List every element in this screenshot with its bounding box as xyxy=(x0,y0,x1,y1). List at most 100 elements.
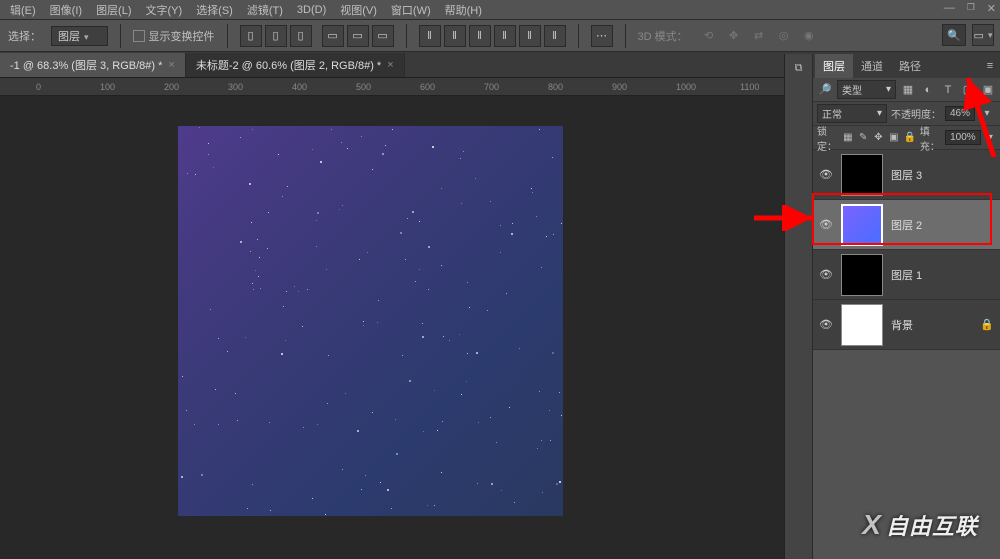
menu-select[interactable]: 选择(S) xyxy=(190,0,239,20)
divider xyxy=(120,24,121,48)
minimize-icon[interactable]: — xyxy=(944,2,955,15)
ruler-mark: 800 xyxy=(548,82,563,92)
3d-cam-icon[interactable]: ◎ xyxy=(773,25,795,47)
channels-tab[interactable]: 通道 xyxy=(853,54,891,78)
divider xyxy=(227,24,228,48)
3d-group: ⟲ ✥ ⇄ ◎ ◉ xyxy=(698,25,820,47)
layer-row[interactable]: 👁 图层 2 xyxy=(813,200,1000,250)
fill-chevron-icon[interactable]: ▾ xyxy=(985,130,996,146)
filter-smart-icon[interactable]: ▣ xyxy=(980,82,996,98)
show-transform-label: 显示变换控件 xyxy=(149,28,215,44)
dist-6-icon[interactable]: ‖ xyxy=(544,25,566,47)
align-right-icon[interactable]: ▯ xyxy=(290,25,312,47)
layers-tab[interactable]: 图层 xyxy=(815,54,853,78)
layer-filter-dropdown[interactable]: 类型▾ xyxy=(837,80,896,99)
3d-slide-icon[interactable]: ⇄ xyxy=(748,25,770,47)
panel-menu-icon[interactable]: ≡ xyxy=(982,58,998,74)
align-middle-icon[interactable]: ▭ xyxy=(347,25,369,47)
layer-row[interactable]: 👁 图层 3 xyxy=(813,150,1000,200)
layer-row[interactable]: 👁 背景 🔒 xyxy=(813,300,1000,350)
lock-all-icon[interactable]: 🔒 xyxy=(903,130,915,146)
paths-tab[interactable]: 路径 xyxy=(891,54,929,78)
fill-value[interactable]: 100% xyxy=(945,130,981,145)
visibility-icon[interactable]: 👁 xyxy=(819,168,833,181)
workspace-switch-icon[interactable]: ▭ xyxy=(972,24,994,46)
canvas-workspace[interactable]: 0 100 200 300 400 500 600 700 800 900 10… xyxy=(0,78,784,559)
3d-orbit-icon[interactable]: ⟲ xyxy=(698,25,720,47)
tab-close-icon[interactable]: × xyxy=(168,59,174,71)
menu-help[interactable]: 帮助(H) xyxy=(439,0,488,20)
ruler-mark: 1100 xyxy=(740,82,759,92)
lock-brush-icon[interactable]: ✎ xyxy=(858,130,869,146)
align-bottom-icon[interactable]: ▭ xyxy=(372,25,394,47)
menu-view[interactable]: 视图(V) xyxy=(334,0,383,20)
layer-thumbnail[interactable] xyxy=(841,304,883,346)
layer-name[interactable]: 图层 3 xyxy=(891,167,922,183)
filter-shape-icon[interactable]: ▢ xyxy=(960,82,976,98)
filter-adjust-icon[interactable]: ◐ xyxy=(920,82,936,98)
close-icon[interactable]: ✕ xyxy=(987,2,996,15)
show-transform-checkbox[interactable] xyxy=(133,30,145,42)
search-icon[interactable]: 🔍 xyxy=(942,24,966,46)
dist-5-icon[interactable]: ‖ xyxy=(519,25,541,47)
visibility-icon[interactable]: 👁 xyxy=(819,318,833,331)
divider xyxy=(625,24,626,48)
layers-panel-tabs: 图层 通道 路径 ≡ xyxy=(813,54,1000,78)
document-tab-1[interactable]: -1 @ 68.3% (图层 3, RGB/8#) * × xyxy=(0,53,186,77)
layer-thumbnail[interactable] xyxy=(841,204,883,246)
layer-name[interactable]: 背景 xyxy=(891,317,913,333)
ruler-mark: 600 xyxy=(420,82,435,92)
layer-name[interactable]: 图层 2 xyxy=(891,217,922,233)
lock-transparent-icon[interactable]: ▦ xyxy=(842,130,853,146)
right-panel-dock: ⧉ 图层 通道 路径 ≡ 🔎 类型▾ ▦ ◐ T ▢ ▣ 正常▾ 不透明度： 4 xyxy=(784,54,1000,559)
menu-text[interactable]: 文字(Y) xyxy=(140,0,189,20)
align-center-h-icon[interactable]: ▯ xyxy=(265,25,287,47)
lock-artboard-icon[interactable]: ▣ xyxy=(888,130,899,146)
options-bar: 选择： 图层 显示变换控件 ▯ ▯ ▯ ▭ ▭ ▭ ‖ ‖ ‖ ‖ ‖ ‖ ⋯ … xyxy=(0,20,1000,52)
ruler-mark: 700 xyxy=(484,82,499,92)
lock-icon: 🔒 xyxy=(980,318,994,331)
menu-edit[interactable]: 辑(E) xyxy=(4,0,42,20)
canvas-image[interactable] xyxy=(178,126,563,516)
menu-3d[interactable]: 3D(D) xyxy=(291,2,332,18)
dist-2-icon[interactable]: ‖ xyxy=(444,25,466,47)
select-dropdown[interactable]: 图层 xyxy=(51,26,108,46)
blend-opacity-row: 正常▾ 不透明度： 46% ▾ xyxy=(813,102,1000,126)
restore-icon[interactable]: ❐ xyxy=(967,2,975,15)
ruler-mark: 0 xyxy=(36,82,41,92)
3d-pan-icon[interactable]: ✥ xyxy=(723,25,745,47)
layer-row[interactable]: 👁 图层 1 xyxy=(813,250,1000,300)
filter-type-icon[interactable]: T xyxy=(940,82,956,98)
blend-mode-dropdown[interactable]: 正常▾ xyxy=(817,104,887,123)
opacity-chevron-icon[interactable]: ▾ xyxy=(979,106,995,122)
tab-close-icon[interactable]: × xyxy=(387,59,393,71)
layer-thumbnail[interactable] xyxy=(841,254,883,296)
layer-filter-row: 🔎 类型▾ ▦ ◐ T ▢ ▣ xyxy=(813,78,1000,102)
opacity-value[interactable]: 46% xyxy=(945,106,975,121)
distribute-group: ‖ ‖ ‖ ‖ ‖ ‖ xyxy=(419,25,566,47)
menu-layer[interactable]: 图层(L) xyxy=(90,0,137,20)
align-left-icon[interactable]: ▯ xyxy=(240,25,262,47)
layer-name[interactable]: 图层 1 xyxy=(891,267,922,283)
panel-history-icon[interactable]: ⧉ xyxy=(791,60,807,76)
more-icon[interactable]: ⋯ xyxy=(591,25,613,47)
dist-1-icon[interactable]: ‖ xyxy=(419,25,441,47)
ruler-mark: 300 xyxy=(228,82,243,92)
align-top-icon[interactable]: ▭ xyxy=(322,25,344,47)
layer-thumbnail[interactable] xyxy=(841,154,883,196)
lock-fill-row: 锁定： ▦ ✎ ✥ ▣ 🔒 填充： 100% ▾ xyxy=(813,126,1000,150)
dist-3-icon[interactable]: ‖ xyxy=(469,25,491,47)
dist-4-icon[interactable]: ‖ xyxy=(494,25,516,47)
divider xyxy=(406,24,407,48)
ruler-mark: 400 xyxy=(292,82,307,92)
lock-position-icon[interactable]: ✥ xyxy=(873,130,884,146)
filter-pixel-icon[interactable]: ▦ xyxy=(900,82,916,98)
3d-light-icon[interactable]: ◉ xyxy=(798,25,820,47)
menu-window[interactable]: 窗口(W) xyxy=(385,0,437,20)
ruler-mark: 900 xyxy=(612,82,627,92)
document-tab-2[interactable]: 未标题-2 @ 60.6% (图层 2, RGB/8#) * × xyxy=(186,53,405,77)
visibility-icon[interactable]: 👁 xyxy=(819,218,833,231)
visibility-icon[interactable]: 👁 xyxy=(819,268,833,281)
menu-filter[interactable]: 滤镜(T) xyxy=(241,0,289,20)
menu-image[interactable]: 图像(I) xyxy=(44,0,88,20)
